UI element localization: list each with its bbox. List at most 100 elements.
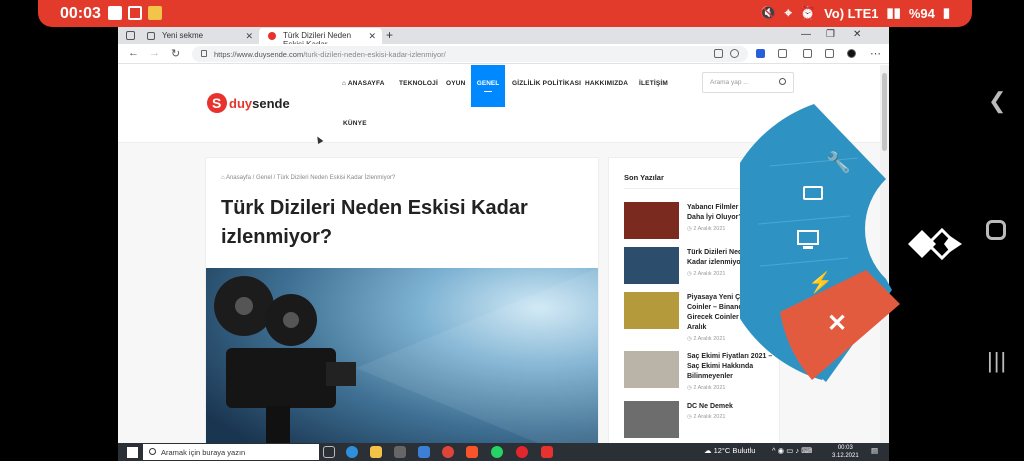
notification-center-icon[interactable]: ▤	[871, 446, 878, 455]
tab-actions-icon[interactable]	[126, 31, 135, 40]
store-icon[interactable]	[394, 446, 406, 458]
app-available-icon[interactable]	[714, 49, 723, 58]
tab-new[interactable]: Yeni sekme ✕	[138, 28, 259, 44]
site-search-input[interactable]: Arama yap ...	[702, 72, 794, 93]
keyboard-mouse-icon[interactable]	[803, 186, 831, 206]
alarm-icon: ⏰	[799, 5, 817, 20]
task-view-icon[interactable]	[323, 446, 335, 458]
close-tab-icon[interactable]: ✕	[368, 31, 376, 42]
android-home-button[interactable]	[986, 220, 1006, 240]
tray-icons[interactable]: ^ ◉ ▭ ♪ ⌨	[772, 446, 812, 455]
search-placeholder: Arama yap ...	[710, 79, 749, 86]
extension-icon[interactable]	[756, 49, 765, 58]
menu-genel[interactable]: GENEL	[471, 65, 505, 107]
logo-mark-icon	[207, 93, 227, 113]
battery-percent: %94	[908, 5, 935, 21]
collections-icon[interactable]	[825, 49, 834, 58]
menu-hakkimizda[interactable]: HAKKIMIZDA	[585, 80, 628, 87]
mail-icon[interactable]	[418, 446, 430, 458]
network-label: Vo) LTE1	[824, 5, 879, 21]
url-path: /turk-dizileri-neden-eskisi-kadar-izlenm…	[303, 50, 446, 59]
forward-button[interactable]: →	[149, 47, 160, 59]
opera-icon[interactable]	[516, 446, 528, 458]
site-logo[interactable]: duysende	[207, 93, 290, 113]
monitor-icon[interactable]	[797, 230, 823, 252]
post-date: ◷ 2 Aralık 2021	[687, 414, 726, 420]
android-back-button[interactable]: ❮	[988, 88, 1006, 114]
post-thumbnail	[624, 351, 679, 388]
tab-article[interactable]: Türk Dizileri Neden Eskisi Kadar ✕	[259, 28, 382, 49]
edge-icon[interactable]	[346, 446, 358, 458]
lightning-icon[interactable]: ⚡	[808, 270, 833, 295]
whatsapp-icon[interactable]	[491, 446, 503, 458]
brave-icon[interactable]	[466, 446, 478, 458]
profile-avatar[interactable]	[847, 49, 856, 58]
article-hero-image	[206, 268, 598, 443]
menu-teknoloji[interactable]: TEKNOLOJİ	[399, 80, 438, 87]
post-date: ◷ 2 Aralık 2021	[687, 271, 726, 277]
wrench-icon[interactable]: 🔧	[826, 150, 851, 175]
breadcrumb[interactable]: ⌂ Anasayfa / Genel / Türk Dizileri Neden…	[221, 175, 395, 181]
restore-icon[interactable]: ❐	[826, 29, 835, 40]
favorite-star-icon[interactable]	[730, 49, 739, 58]
tab-label: Yeni sekme	[162, 31, 204, 40]
menu-gizlilik[interactable]: GİZLİLİK POLİTİKASI	[512, 80, 581, 87]
status-right: 🔇 ⌖ ⏰ Vo) LTE1 ▮▮ %94 ▮	[760, 5, 950, 21]
battery-icon: ▮	[942, 5, 950, 20]
film-projector-image	[214, 268, 598, 443]
weather-widget[interactable]: ☁ 12°C Bulutlu	[704, 446, 755, 455]
taskbar-clock[interactable]: 00:03 3.12.2021	[832, 444, 859, 460]
menu-oyun[interactable]: OYUN	[446, 80, 466, 87]
mute-icon: 🔇	[760, 5, 777, 20]
post-date: ◷ 2 Aralık 2021	[687, 226, 726, 232]
windows-taskbar: Aramak için buraya yazın ☁ 12°C Bulutlu …	[118, 443, 889, 461]
favorites-icon[interactable]	[803, 49, 812, 58]
anydesk-notif-icon	[148, 6, 162, 20]
close-icon[interactable]: ✕	[827, 309, 847, 338]
taskbar-search-placeholder: Aramak için buraya yazın	[161, 448, 246, 457]
site-favicon-icon	[268, 32, 276, 40]
menu-iletisim[interactable]: İLETİŞİM	[639, 80, 668, 87]
post-thumbnail	[624, 247, 679, 284]
lock-icon	[201, 50, 207, 57]
notification-icon	[108, 6, 122, 20]
url-field[interactable]: https://www.duysende.com/turk-dizileri-n…	[192, 46, 748, 62]
article-card: ⌂ Anasayfa / Genel / Türk Dizileri Neden…	[205, 157, 599, 443]
post-thumbnail	[624, 401, 679, 438]
taskbar-search-input[interactable]: Aramak için buraya yazın	[143, 444, 319, 460]
windows-start-icon[interactable]	[127, 447, 138, 458]
close-tab-icon[interactable]: ✕	[245, 31, 253, 42]
gallery-icon	[128, 6, 142, 20]
android-recents-button[interactable]: |||	[987, 348, 1007, 374]
menu-anasayfa[interactable]: ⌂ ANASAYFA	[342, 80, 385, 87]
back-button[interactable]: ←	[128, 47, 139, 59]
tab-bar: Yeni sekme ✕ Türk Dizileri Neden Eskisi …	[118, 27, 889, 49]
location-icon: ⌖	[784, 5, 792, 20]
chrome-icon[interactable]	[442, 446, 454, 458]
status-time: 00:03	[60, 5, 101, 22]
close-window-icon[interactable]: ✕	[853, 29, 861, 40]
article-title: Türk Dizileri Neden Eskisi Kadar izlenmi…	[221, 197, 528, 248]
minimize-icon[interactable]: —	[801, 29, 811, 40]
widget-title: Son Yazılar	[624, 173, 664, 182]
url-host: https://www.duysende.com	[214, 50, 304, 59]
post-title[interactable]: DC Ne Demek	[687, 402, 775, 412]
search-icon	[149, 448, 156, 455]
anydesk-logo-icon[interactable]	[906, 226, 964, 262]
refresh-extension-icon[interactable]	[778, 49, 787, 58]
refresh-button[interactable]: ↻	[171, 47, 180, 60]
new-tab-button[interactable]: +	[386, 28, 393, 42]
menu-kunye[interactable]: KÜNYE	[343, 120, 367, 127]
more-menu-icon[interactable]: ⋯	[870, 47, 881, 60]
list-item[interactable]: DC Ne Demek ◷ 2 Aralık 2021	[624, 401, 774, 441]
search-icon[interactable]	[779, 78, 786, 85]
post-date: ◷ 2 Aralık 2021	[687, 336, 726, 342]
post-thumbnail	[624, 202, 679, 239]
anydesk-taskbar-icon[interactable]	[541, 446, 553, 458]
address-bar-row: ← → ↻ https://www.duysende.com/turk-dizi…	[118, 44, 889, 64]
logo-text: duysende	[229, 95, 290, 111]
android-status-bar: 00:03 🔇 ⌖ ⏰ Vo) LTE1 ▮▮ %94 ▮	[38, 0, 972, 27]
page-icon	[147, 32, 155, 40]
signal-icon: ▮▮	[886, 5, 901, 20]
file-explorer-icon[interactable]	[370, 446, 382, 458]
